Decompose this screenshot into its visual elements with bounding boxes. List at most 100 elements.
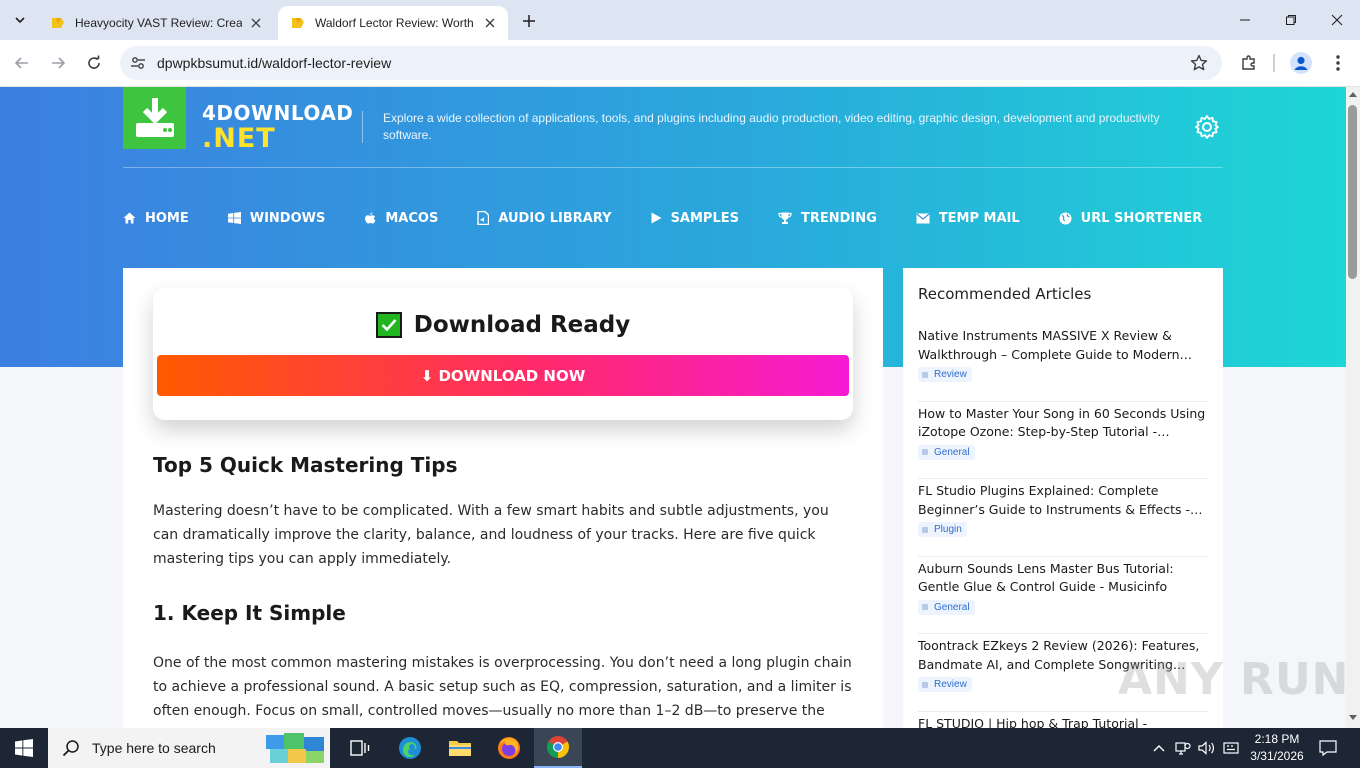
minimize-icon (1240, 19, 1250, 21)
category-badge[interactable]: Review (918, 367, 972, 382)
category-label: Plugin (934, 524, 962, 535)
section-heading: 1. Keep It Simple (153, 601, 346, 625)
checkmark-icon (375, 312, 402, 338)
extensions-button[interactable] (1238, 52, 1260, 74)
back-button[interactable] (9, 50, 35, 76)
page-scrollbar[interactable] (1346, 87, 1360, 728)
taskbar-search-box[interactable]: Type here to search (48, 728, 330, 768)
site-settings-icon[interactable] (130, 55, 146, 71)
notifications-button[interactable] (1319, 739, 1337, 757)
close-tab-icon[interactable] (482, 15, 498, 31)
close-tab-icon[interactable] (248, 15, 264, 31)
tab-inactive[interactable]: Heavyocity VAST Review: Creat (38, 6, 274, 40)
nav-windows[interactable]: WINDOWS (227, 211, 325, 226)
new-tab-button[interactable] (518, 10, 540, 32)
volume-tray-button[interactable] (1198, 739, 1216, 757)
taskbar-clock[interactable]: 2:18 PM 3/31/2026 (1244, 731, 1310, 765)
chevron-down-icon (15, 17, 25, 24)
windows-taskbar: Type here to search 2:18 PM 3/31/2026 (0, 728, 1360, 768)
web-page: 4DOWNLOAD .NET Explore a wide collection… (0, 87, 1346, 728)
firefox-button[interactable] (485, 728, 533, 768)
scroll-down-arrow-icon[interactable] (1349, 715, 1357, 720)
restore-button[interactable] (1268, 0, 1314, 40)
category-badge[interactable]: Review (918, 677, 972, 692)
logo-text-line1[interactable]: 4DOWNLOAD (202, 101, 353, 125)
apple-icon (365, 212, 376, 223)
recommended-item[interactable]: How to Master Your Song in 60 Seconds Us… (918, 402, 1208, 479)
chrome-button[interactable] (534, 728, 582, 768)
recommended-item-title[interactable]: Native Instruments MASSIVE X Review & Wa… (918, 327, 1208, 364)
close-window-button[interactable] (1314, 0, 1360, 40)
audio-file-icon (477, 211, 490, 225)
nav-macos[interactable]: MACOS (364, 211, 438, 226)
recommended-item[interactable]: FL STUDIO | Hip hop & Trap Tutorial - (918, 712, 1208, 729)
download-card: Download Ready ⬇ DOWNLOAD NOW (153, 288, 853, 420)
chrome-icon (547, 736, 569, 758)
chevron-up-icon (1153, 745, 1165, 752)
logo-icon[interactable] (123, 87, 186, 149)
tab-active[interactable]: Waldorf Lector Review: Worth It (278, 6, 508, 40)
download-now-button[interactable]: ⬇ DOWNLOAD NOW (157, 355, 849, 396)
nav-url-shortener[interactable]: URL SHORTENER (1059, 210, 1203, 226)
recommended-item[interactable]: Auburn Sounds Lens Master Bus Tutorial: … (918, 557, 1208, 634)
nav-label: TEMP MAIL (938, 210, 1020, 226)
nav-label: TRENDING (800, 210, 877, 226)
favicon-icon (52, 18, 64, 28)
reload-icon (88, 55, 100, 69)
profile-button[interactable] (1290, 52, 1312, 74)
article-body: Top 5 Quick Mastering Tips Mastering doe… (153, 453, 853, 723)
reload-button[interactable] (81, 50, 107, 76)
address-bar[interactable]: dpwpkbsumut.id/waldorf-lector-review (120, 46, 1222, 80)
recommended-item-title[interactable]: How to Master Your Song in 60 Seconds Us… (918, 405, 1208, 442)
category-badge[interactable]: General (918, 599, 975, 615)
nav-label: URL SHORTENER (1080, 210, 1203, 226)
category-badge[interactable]: Plugin (918, 522, 967, 537)
task-view-button[interactable] (336, 728, 384, 768)
forward-button[interactable] (45, 50, 71, 76)
clock-time: 2:18 PM (1254, 732, 1300, 746)
nav-audio-library[interactable]: AUDIO LIBRARY (477, 211, 612, 226)
recommended-item[interactable]: Native Instruments MASSIVE X Review & Wa… (918, 324, 1208, 402)
nav-label: MACOS (385, 210, 439, 226)
recommended-item[interactable]: FL Studio Plugins Explained: Complete Be… (918, 479, 1208, 557)
browser-tab-bar: Heavyocity VAST Review: Creat Waldorf Le… (0, 0, 1360, 40)
nav-trending[interactable]: TRENDING (778, 211, 877, 226)
tab-search-button[interactable] (8, 8, 32, 32)
edge-icon (399, 737, 421, 759)
tab-title: Waldorf Lector Review: Worth It (315, 16, 476, 30)
edge-button[interactable] (386, 728, 434, 768)
show-hidden-icons-button[interactable] (1150, 739, 1168, 757)
scrollbar-thumb[interactable] (1348, 105, 1357, 279)
recommended-item-title[interactable]: FL STUDIO | Hip hop & Trap Tutorial - (918, 715, 1208, 729)
input-method-tray-button[interactable] (1222, 739, 1240, 757)
file-explorer-button[interactable] (436, 728, 484, 768)
puzzle-icon (1242, 55, 1255, 70)
start-button[interactable] (0, 728, 48, 768)
logo-text-line2[interactable]: .NET (202, 123, 276, 154)
watermark-text: ANY RUN (1118, 654, 1350, 705)
url-text[interactable]: dpwpkbsumut.id/waldorf-lector-review (157, 55, 391, 71)
site-tagline: Explore a wide collection of application… (383, 111, 1160, 142)
profile-avatar-icon (1290, 52, 1312, 74)
nav-label: HOME (145, 210, 189, 226)
nav-temp-mail[interactable]: TEMP MAIL (916, 211, 1020, 226)
search-icon (62, 740, 79, 757)
gear-icon[interactable] (1194, 114, 1220, 140)
globe-icon (1059, 212, 1072, 224)
minimize-button[interactable] (1222, 0, 1268, 40)
search-placeholder: Type here to search (92, 740, 216, 756)
nav-home[interactable]: HOME (123, 211, 189, 226)
nav-samples[interactable]: SAMPLES (651, 211, 739, 226)
scroll-up-arrow-icon[interactable] (1349, 92, 1357, 97)
browser-menu-button[interactable] (1327, 52, 1349, 74)
bookmark-star-icon[interactable] (1190, 54, 1208, 72)
recommended-item-title[interactable]: Auburn Sounds Lens Master Bus Tutorial: … (918, 560, 1208, 597)
category-badge[interactable]: General (918, 444, 975, 460)
keyboard-ime-icon (1223, 742, 1239, 754)
arrow-left-icon (14, 57, 28, 69)
trophy-icon (778, 212, 792, 224)
category-label: General (934, 601, 970, 613)
recommended-item-title[interactable]: FL Studio Plugins Explained: Complete Be… (918, 482, 1208, 519)
network-tray-button[interactable] (1174, 739, 1192, 757)
main-nav: HOME WINDOWS MACOS AUDIO LIBRARY SAMPLES… (123, 207, 1241, 229)
